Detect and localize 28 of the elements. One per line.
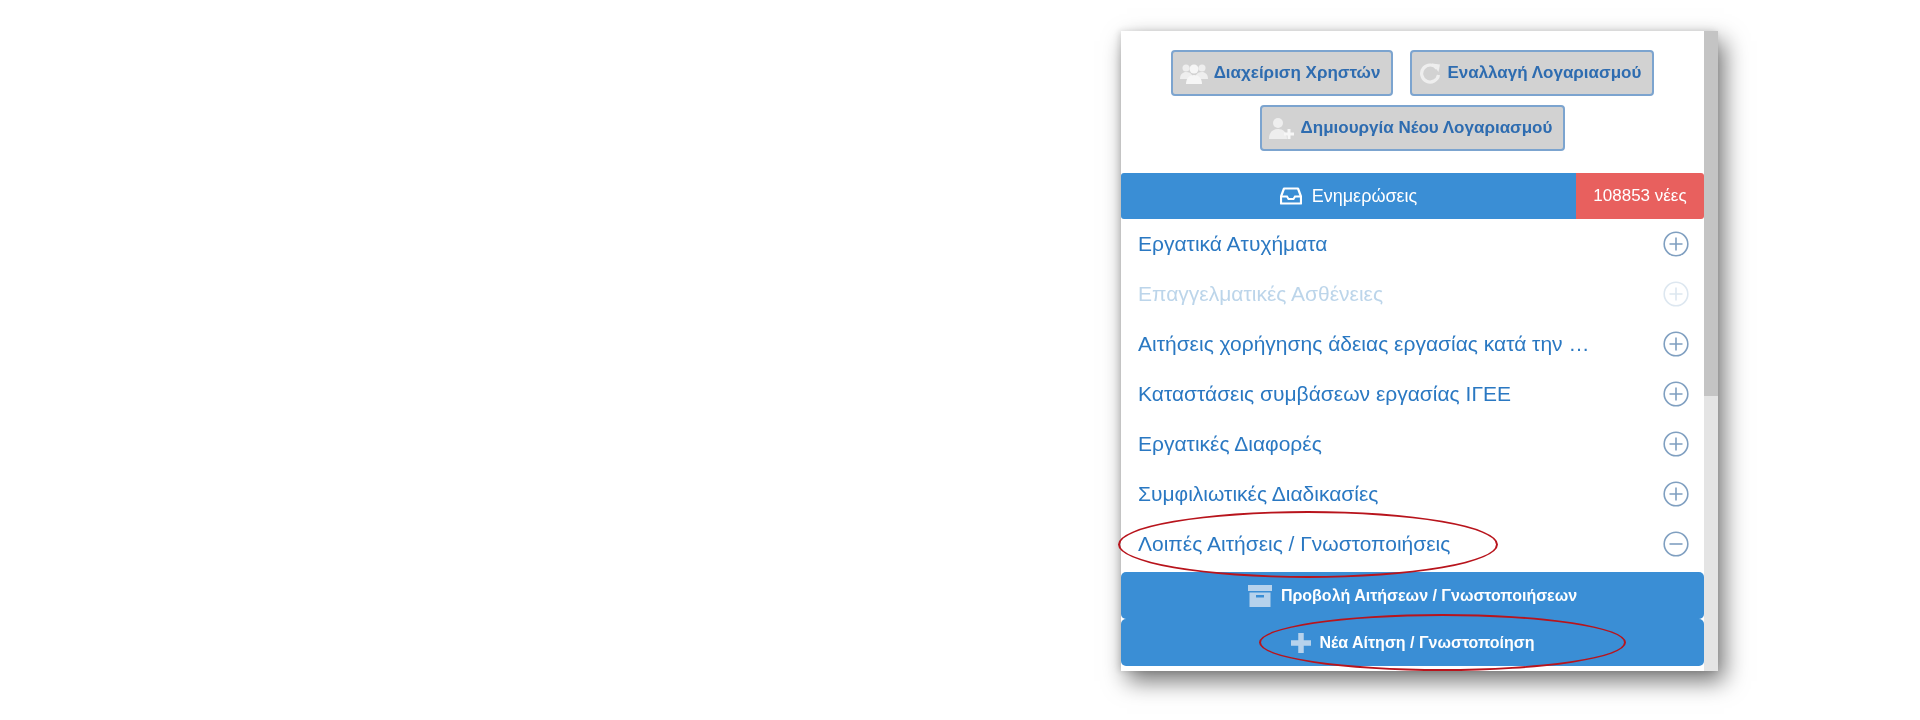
archive-box-icon bbox=[1247, 584, 1272, 607]
users-icon bbox=[1179, 62, 1208, 84]
plus-icon bbox=[1290, 632, 1311, 653]
switch-account-button[interactable]: Εναλλαγή Λογαριασμού bbox=[1410, 50, 1655, 96]
inbox-icon bbox=[1279, 187, 1302, 205]
section-link[interactable]: Λοιπές Αιτήσεις / Γνωστοποιήσεις bbox=[1138, 532, 1451, 556]
scrollbar-track[interactable] bbox=[1704, 31, 1718, 671]
section-link[interactable]: Συμφιλιωτικές Διαδικασίες bbox=[1138, 482, 1379, 506]
expand-icon[interactable] bbox=[1663, 331, 1689, 357]
section-link[interactable]: Εργατικές Διαφορές bbox=[1138, 432, 1322, 456]
section-link[interactable]: Καταστάσεις συμβάσεων εργασίας ΙΓΕΕ bbox=[1138, 382, 1511, 406]
expand-icon[interactable] bbox=[1663, 431, 1689, 457]
manage-users-button[interactable]: Διαχείριση Χρηστών bbox=[1170, 50, 1394, 96]
expand-icon[interactable] bbox=[1663, 481, 1689, 507]
updates-button[interactable]: Ενημερώσεις bbox=[1121, 173, 1576, 219]
expand-icon[interactable] bbox=[1663, 381, 1689, 407]
add-user-icon bbox=[1268, 117, 1295, 139]
section-link: Επαγγελματικές Ασθένειες bbox=[1138, 282, 1384, 306]
new-request-button[interactable]: Νέα Αίτηση / Γνωστοποίηση bbox=[1121, 619, 1704, 666]
refresh-icon bbox=[1419, 62, 1442, 84]
scrollbar-thumb[interactable] bbox=[1704, 31, 1718, 396]
new-count-badge: 108853 νέες bbox=[1576, 173, 1704, 219]
create-account-button[interactable]: Δημιουργία Νέου Λογαριασμού bbox=[1259, 105, 1566, 151]
expand-icon[interactable] bbox=[1663, 231, 1689, 257]
section-link[interactable]: Εργατικά Ατυχήματα bbox=[1138, 232, 1328, 256]
collapse-icon[interactable] bbox=[1663, 531, 1689, 557]
view-requests-button[interactable]: Προβολή Αιτήσεων / Γνωστοποιήσεων bbox=[1121, 572, 1704, 619]
section-link[interactable]: Αιτήσεις χορήγησης άδειας εργασίας κατά την … bbox=[1138, 332, 1590, 356]
